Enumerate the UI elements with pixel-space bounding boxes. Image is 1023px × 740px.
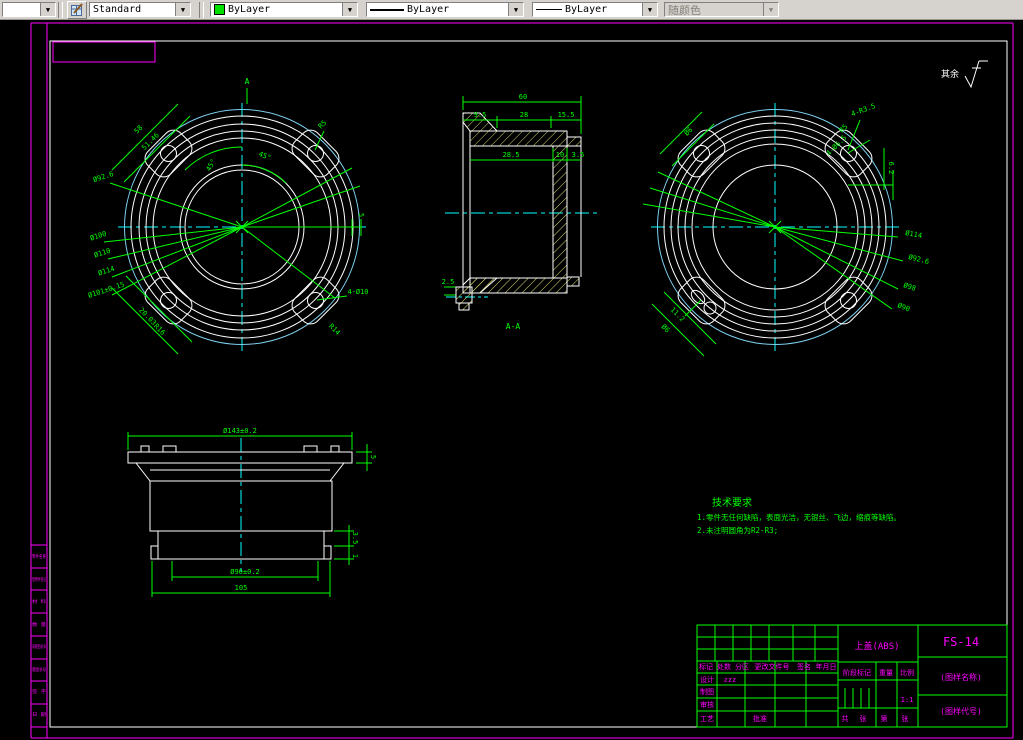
lineweight-combo[interactable]: ByLayer ▼ [532,2,658,17]
sheets-cell: 第 [881,714,888,723]
drawing-name-label: (图样名称) [940,672,982,682]
lineweight-icon [536,9,562,10]
surface-note-text: 其余 [941,68,959,80]
dim-label: 5 [369,455,377,459]
dim-label: 28 [520,111,528,119]
dim-label: Ø90±0.2 [230,568,260,576]
strip-row-label: 日 期 [32,712,46,718]
dim-label: 1 [351,554,359,558]
dim-label: 5 [357,213,365,217]
strip-row-label: 借用件登记 [32,576,46,583]
dim-label: 3.5 [351,532,359,545]
tech-req-line: 1.零件无任何缺陷，表面光洁，无银丝、飞边，缩痕等缺陷。 [697,512,901,522]
header-cell: 标记 [699,662,713,671]
dim-label: Ø143±0.2 [223,427,257,435]
row-label: 设计 [700,675,714,684]
cad-window: ▼ Standard ▼ ByLayer ▼ ByLayer ▼ ByLayer… [0,0,1023,740]
dim-style-combo[interactable]: ▼ [2,2,56,17]
strip-row-label: 旧底图总号 [32,643,46,650]
designer-name: zzz [724,676,737,684]
row-label: 工艺 [700,715,714,723]
dim-label: 10 [556,151,564,159]
linetype-icon [370,8,404,11]
linetype-combo-value: ByLayer [407,4,450,15]
chevron-down-icon[interactable]: ▼ [642,3,657,16]
style-combo[interactable]: Standard ▼ [89,2,191,17]
chevron-down-icon[interactable]: ▼ [508,3,523,16]
drawing-code-label: (图样代号) [940,706,982,716]
toolbar-separator [58,1,63,18]
drawing-code: FS-14 [943,635,979,649]
sheets-cell: 张 [860,714,867,723]
plotstyle-combo: 随颜色 ▼ [664,2,779,17]
weight-label: 重量 [879,669,893,677]
style-grid-icon [70,3,83,16]
chevron-down-icon[interactable]: ▼ [40,3,55,16]
scale-value: 1:1 [901,696,914,704]
dim-label: 28.5 [503,151,520,159]
drawing-canvas[interactable]: 零件名称 借用件登记 材 料 数 量 旧底图总号 底图总号 签 字 日 期 其余 [0,0,1023,740]
dim-label: 3.5 [572,151,585,159]
dim-label: 9.5 [474,111,487,119]
toolbar-separator [199,1,204,18]
color-combo[interactable]: ByLayer ▼ [210,2,358,17]
text-style-icon[interactable] [67,0,87,19]
color-combo-value: ByLayer [228,4,271,15]
section-marker-label: A [245,77,250,86]
sheets-cell: 张 [902,714,909,723]
plotstyle-combo-value: 随颜色 [668,4,701,17]
part-name: 上盖(ABS) [854,640,899,652]
dim-label: 60 [519,93,527,101]
header-cell: 处数 [717,662,731,671]
dim-label: 2.5 [442,278,455,286]
row-label: 批准 [753,714,767,723]
dim-label: 105 [235,584,248,592]
style-combo-value: Standard [93,4,142,15]
dim-style-value [3,3,40,16]
header-cell: 年月日 [816,662,837,671]
strip-row-label: 底图总号 [32,666,46,673]
toolbar: ▼ Standard ▼ ByLayer ▼ ByLayer ▼ ByLayer… [0,0,1023,20]
linetype-combo[interactable]: ByLayer ▼ [366,2,524,17]
strip-row-label: 数 量 [32,621,46,628]
color-swatch-icon [214,4,225,15]
chevron-down-icon[interactable]: ▼ [175,3,190,16]
tech-req-title: 技术要求 [712,496,752,509]
scale-label: 比例 [900,668,914,677]
header-cell: 签名 [797,662,811,671]
strip-row-label: 零件名称 [32,553,46,560]
section-title: A-A [506,322,521,331]
sheets-cell: 共 [842,714,849,723]
strip-row-label: 材 料 [32,598,46,605]
dim-label: 4-Ø10 [347,288,368,296]
row-label: 审核 [700,700,714,709]
header-cell: 更改文件号 [755,662,790,671]
header-cell: 分区 [735,662,749,671]
row-label: 制图 [700,687,714,696]
chevron-down-icon[interactable]: ▼ [342,3,357,16]
tech-req-line: 2.未注明圆角为R2-R3; [697,525,778,535]
stage-label: 阶段标记 [843,668,871,677]
strip-row-label: 签 字 [32,688,46,695]
lineweight-combo-value: ByLayer [565,4,608,15]
dim-label: 15.5 [558,111,575,119]
chevron-down-icon: ▼ [763,3,778,16]
dim-label: 6.2 [887,162,895,175]
